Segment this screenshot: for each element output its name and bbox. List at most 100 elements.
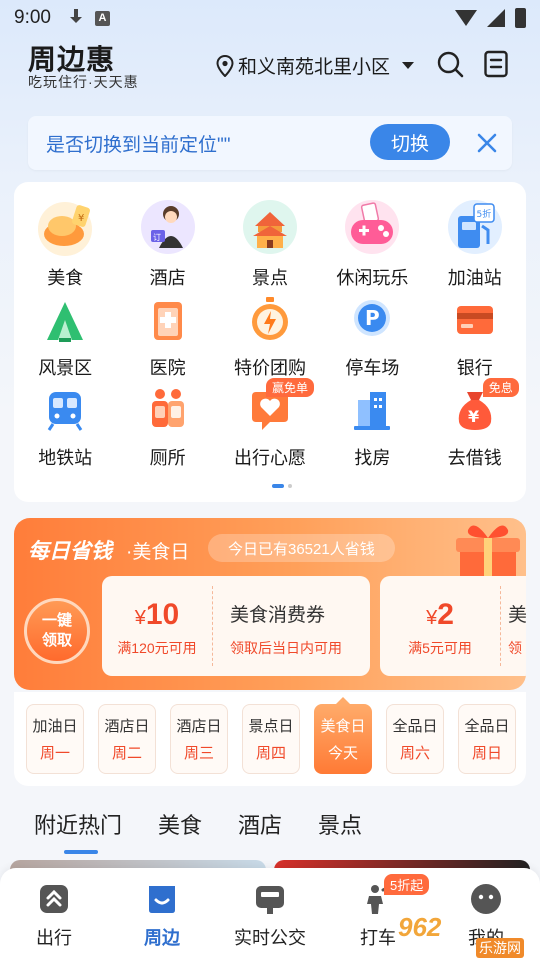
category-subway[interactable]: 地铁站 bbox=[14, 380, 116, 470]
category-travel-wish[interactable]: 赢免单 出行心愿 bbox=[219, 378, 321, 470]
coupon-name: 美 bbox=[508, 605, 526, 626]
category-food[interactable]: ¥ 美食 bbox=[14, 196, 116, 290]
switch-location-button[interactable]: 切换 bbox=[370, 124, 450, 160]
day-tab-week: 周六 bbox=[399, 745, 430, 762]
savings-subtitle: ·美食日 bbox=[126, 542, 190, 563]
header: 周边惠 吃玩住行·天天惠 和义南苑北里小区 bbox=[0, 36, 540, 104]
category-grid-card: ¥ 美食 订 酒店 景点 休闲玩乐 5折 加油站 风景区 医院 特价团购 P 停… bbox=[14, 182, 526, 502]
coupon-divider bbox=[212, 586, 213, 666]
day-tab-name: 酒店日 bbox=[104, 718, 150, 735]
day-tab-name: 加油日 bbox=[32, 718, 78, 735]
day-tab-week: 周日 bbox=[471, 745, 502, 762]
svg-text:订: 订 bbox=[153, 232, 161, 242]
subway-icon bbox=[39, 384, 91, 436]
category-scenic[interactable]: 景点 bbox=[219, 196, 321, 290]
day-tab-wed[interactable]: 酒店日 周三 bbox=[170, 704, 228, 774]
parking-icon: P bbox=[346, 294, 398, 346]
category-label: 找房 bbox=[354, 448, 391, 468]
day-tabs: 加油日 周一 酒店日 周二 酒店日 周三 景点日 周四 美食日 今天 全品日 周… bbox=[26, 697, 516, 774]
day-tab-sun[interactable]: 全品日 周日 bbox=[458, 704, 516, 774]
category-gas-station[interactable]: 5折 加油站 bbox=[424, 196, 526, 290]
day-tab-mon[interactable]: 加油日 周一 bbox=[26, 704, 84, 774]
day-tab-thu[interactable]: 景点日 周四 bbox=[242, 704, 300, 774]
coupon-value: 10 bbox=[145, 598, 180, 631]
category-hospital[interactable]: 医院 bbox=[116, 290, 218, 380]
hotel-icon: 订 bbox=[137, 196, 199, 258]
nav-label: 出行 bbox=[36, 928, 72, 948]
category-scenic-area[interactable]: 风景区 bbox=[14, 290, 116, 380]
location-selector[interactable]: 和义南苑北里小区 bbox=[216, 52, 415, 79]
category-label: 加油站 bbox=[447, 268, 502, 288]
day-tab-tue[interactable]: 酒店日 周二 bbox=[98, 704, 156, 774]
svg-text:¥: ¥ bbox=[78, 213, 84, 224]
coupon-card[interactable]: ¥10 满120元可用 美食消费券 领取后当日内可用 bbox=[102, 576, 370, 676]
order-list-icon[interactable] bbox=[482, 50, 510, 78]
toilet-icon bbox=[142, 384, 194, 436]
nearby-tabs: 附近热门 美食 酒店 景点 bbox=[34, 808, 362, 854]
coupon-description: 领 bbox=[508, 640, 522, 656]
bank-card-icon bbox=[449, 294, 501, 346]
category-parking[interactable]: P 停车场 bbox=[321, 290, 423, 380]
profile-icon bbox=[471, 884, 501, 914]
coupon-condition: 满120元可用 bbox=[117, 640, 197, 656]
one-click-claim-button[interactable]: 一键 领取 bbox=[24, 598, 90, 664]
location-pin-icon bbox=[216, 54, 234, 77]
tab-scenic[interactable]: 景点 bbox=[318, 808, 362, 840]
nav-label: 实时公交 bbox=[234, 928, 306, 948]
savings-count: 今日已有36521人省钱 bbox=[208, 534, 395, 562]
interest-free-badge: 免息 bbox=[482, 378, 519, 397]
category-grid-row-2: 风景区 医院 特价团购 P 停车场 银行 bbox=[14, 290, 526, 380]
category-leisure[interactable]: 休闲玩乐 bbox=[321, 196, 423, 290]
download-icon bbox=[69, 9, 83, 27]
location-text: 和义南苑北里小区 bbox=[238, 57, 391, 78]
category-bank[interactable]: 银行 bbox=[424, 290, 526, 380]
status-bar: 9:00 A bbox=[0, 0, 540, 36]
tab-nearby-hot[interactable]: 附近热门 bbox=[34, 808, 122, 854]
notification-a-icon: A bbox=[94, 10, 110, 26]
tab-food[interactable]: 美食 bbox=[158, 808, 202, 840]
gamepad-icon bbox=[341, 196, 403, 258]
category-label: 地铁站 bbox=[38, 448, 93, 468]
category-flash-sale[interactable]: 特价团购 bbox=[219, 290, 321, 380]
nav-realtime-bus[interactable]: 实时公交 bbox=[230, 882, 310, 950]
brand-slogan: 吃玩住行·天天惠 bbox=[28, 74, 139, 90]
battery-icon bbox=[515, 8, 526, 28]
site-watermark: 962 bbox=[398, 912, 442, 942]
claim-label-line2: 领取 bbox=[41, 632, 72, 649]
tab-hotel[interactable]: 酒店 bbox=[238, 808, 282, 840]
gas-station-icon: 5折 bbox=[444, 196, 506, 258]
coupon-name: 美食消费券 bbox=[230, 605, 326, 626]
coupon-card[interactable]: ¥2 满5元可用 美 领 bbox=[380, 576, 526, 676]
day-tabs-strip: 加油日 周一 酒店日 周二 酒店日 周三 景点日 周四 美食日 今天 全品日 周… bbox=[14, 692, 526, 786]
coupon-divider bbox=[500, 586, 501, 666]
search-icon[interactable] bbox=[436, 50, 464, 78]
day-tab-name: 美食日 bbox=[320, 718, 366, 735]
category-label: 休闲玩乐 bbox=[336, 268, 409, 288]
coupon-amount: ¥2 bbox=[380, 598, 500, 632]
nav-label: 打车 bbox=[360, 928, 396, 948]
category-find-house[interactable]: 找房 bbox=[321, 380, 423, 470]
nav-nearby[interactable]: 周边 bbox=[122, 882, 202, 950]
svg-text:P: P bbox=[365, 306, 380, 330]
page-indicator bbox=[272, 484, 292, 488]
day-tab-name: 景点日 bbox=[248, 718, 294, 735]
close-icon[interactable] bbox=[476, 132, 498, 154]
svg-text:¥: ¥ bbox=[468, 407, 479, 426]
nav-travel[interactable]: 出行 bbox=[14, 882, 94, 950]
food-icon: ¥ bbox=[34, 196, 96, 258]
status-time: 9:00 bbox=[14, 7, 51, 28]
category-label: 银行 bbox=[456, 358, 493, 378]
category-label: 风景区 bbox=[38, 358, 93, 378]
discount-badge: 5折起 bbox=[384, 874, 430, 895]
hospital-icon bbox=[142, 294, 194, 346]
category-hotel[interactable]: 订 酒店 bbox=[116, 196, 218, 290]
category-label: 医院 bbox=[149, 358, 186, 378]
category-label: 停车场 bbox=[345, 358, 400, 378]
signal-icon bbox=[487, 9, 505, 27]
day-tab-sat[interactable]: 全品日 周六 bbox=[386, 704, 444, 774]
category-label: 酒店 bbox=[149, 268, 186, 288]
category-borrow-money[interactable]: ¥ 免息 去借钱 bbox=[424, 378, 526, 470]
category-toilet[interactable]: 厕所 bbox=[116, 380, 218, 470]
scenic-icon bbox=[239, 196, 301, 258]
day-tab-today[interactable]: 美食日 今天 bbox=[314, 697, 372, 774]
